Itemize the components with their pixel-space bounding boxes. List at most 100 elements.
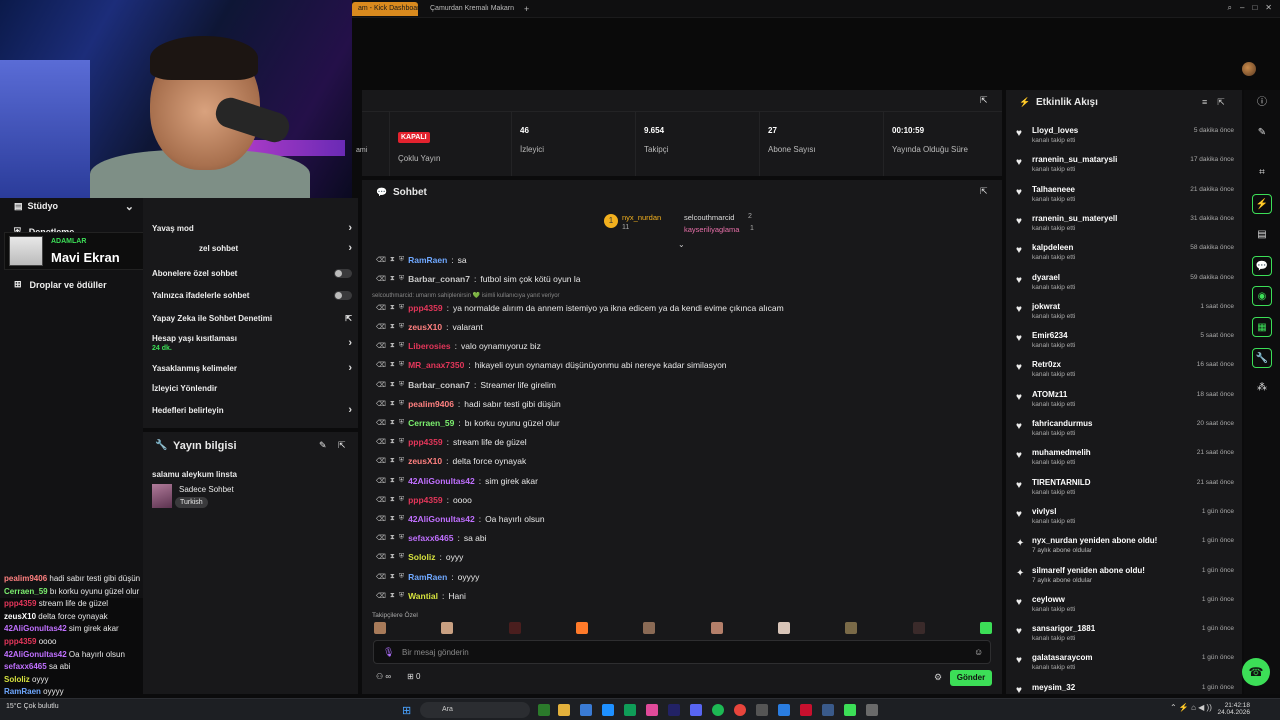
setting-ai-moderation[interactable]: Yapay Zeka ile Sohbet Denetimi ⇱	[152, 314, 352, 323]
feed-item[interactable]: ✦ nyx_nurdan yeniden abone oldu! 7 aylık a…	[1016, 536, 1234, 562]
setting-subscribers-only[interactable]: Abonelere özel sohbet	[152, 269, 352, 278]
timeout-icon[interactable]: ⧗	[390, 381, 395, 389]
timeout-icon[interactable]: ⧗	[390, 592, 395, 600]
moderation-icon[interactable]: ⌫	[376, 496, 386, 504]
feed-item[interactable]: ♥ Emir6234 kanalı takip etti 5 saat önce	[1016, 331, 1234, 357]
gear-icon[interactable]: ⚙	[934, 672, 942, 683]
edit-icon[interactable]: ✎	[319, 440, 327, 451]
emote[interactable]	[575, 622, 588, 634]
feed-item[interactable]: ♥ ceyloww kanalı takip etti 1 gün önce	[1016, 595, 1234, 621]
apps-icon[interactable]: ⁂	[1252, 378, 1272, 398]
chat-username[interactable]: sefaxx6465	[408, 533, 453, 543]
timeout-icon[interactable]: ⧗	[390, 553, 395, 561]
opera-icon[interactable]	[800, 704, 812, 716]
feed-item[interactable]: ✦ silmarelf yeniden abone oldu! 7 aylık ab…	[1016, 566, 1234, 592]
chat-username[interactable]: 42AliGonultas42	[408, 514, 475, 524]
chat-username[interactable]: ppp4359	[408, 495, 443, 505]
moderation-icon[interactable]: ⌫	[376, 457, 386, 465]
popout-icon[interactable]: ⇱	[1217, 97, 1225, 108]
discord-icon[interactable]	[690, 704, 702, 716]
chat-username[interactable]: Barbar_conan7	[408, 380, 470, 390]
info-icon[interactable]: ⓘ	[1252, 93, 1272, 113]
app-icon[interactable]	[624, 704, 636, 716]
chat-username[interactable]: Sololiz	[408, 552, 435, 562]
feed-item[interactable]: ♥ vivlysl kanalı takip etti 1 gün önce	[1016, 507, 1234, 533]
steam-icon[interactable]	[822, 704, 834, 716]
moderation-icon[interactable]: ⌫	[376, 323, 386, 331]
filter-icon[interactable]: ≡	[1202, 97, 1207, 108]
store-icon[interactable]	[580, 704, 592, 716]
timeout-icon[interactable]: ⧗	[390, 515, 395, 523]
avatar[interactable]	[1242, 62, 1256, 76]
sidebar-item-drops[interactable]: ⊞ Droplar ve ödüller	[14, 279, 107, 290]
timeout-icon[interactable]: ⧗	[390, 419, 395, 427]
timeout-icon[interactable]: ⧗	[390, 496, 395, 504]
help-button[interactable]: ☎	[1242, 658, 1270, 686]
chrome-icon[interactable]	[734, 704, 746, 716]
emote[interactable]	[441, 622, 454, 634]
chevron-down-icon[interactable]: ⌄	[678, 240, 685, 249]
timeout-icon[interactable]: ⧗	[390, 477, 395, 485]
stat-multistream[interactable]: KAPALI Çoklu Yayın	[389, 112, 509, 176]
maximize-icon[interactable]: □	[1252, 3, 1257, 13]
chat-icon[interactable]: 💬	[1252, 256, 1272, 276]
timeout-icon[interactable]: ⧗	[390, 275, 395, 283]
lightning-icon[interactable]: ⚡	[1252, 194, 1272, 214]
gifts-indicator[interactable]: ⊞ 0	[407, 672, 420, 681]
timeout-icon[interactable]: ⧗	[390, 534, 395, 542]
app-icon[interactable]	[778, 704, 790, 716]
chat-username[interactable]: 42AliGonultas42	[408, 476, 475, 486]
emote[interactable]	[643, 622, 656, 634]
popout-icon[interactable]: ⇱	[980, 95, 988, 106]
moderation-icon[interactable]: ⌫	[376, 477, 386, 485]
chat-username[interactable]: ppp4359	[408, 303, 443, 313]
edit-icon[interactable]: ✎	[1252, 123, 1272, 143]
moderation-icon[interactable]: ⌫	[376, 400, 386, 408]
emote[interactable]	[508, 622, 521, 634]
broadcast-icon[interactable]: ◉	[1252, 286, 1272, 306]
search-icon[interactable]: ⌕	[1228, 3, 1232, 13]
minimize-icon[interactable]: –	[1240, 3, 1244, 13]
emote[interactable]	[374, 622, 386, 634]
popout-icon[interactable]: ⇱	[980, 186, 988, 197]
emote[interactable]	[777, 622, 790, 634]
feed-item[interactable]: ♥ ATOMz11 kanalı takip etti 18 saat önce	[1016, 390, 1234, 416]
setting-goals[interactable]: Hedefleri belirleyin ›	[152, 404, 352, 416]
feed-item[interactable]: ♥ fahricandurmus kanalı takip etti 20 saat …	[1016, 419, 1234, 445]
chat-username[interactable]: RamRaen	[408, 572, 447, 582]
emoji-icon[interactable]: ☺	[974, 647, 983, 657]
chat-username[interactable]: RamRaen	[408, 255, 447, 265]
app-icon[interactable]	[866, 704, 878, 716]
chat-username[interactable]: Liberosies	[408, 341, 451, 351]
emote[interactable]	[912, 622, 925, 634]
feed-item[interactable]: ♥ jokwrat kanalı takip etti 1 saat önce	[1016, 302, 1234, 328]
taskbar-search[interactable]: Ara	[420, 702, 530, 718]
feed-item[interactable]: ♥ Lloyd_loves kanalı takip etti 5 dakika ön…	[1016, 126, 1234, 152]
feed-item[interactable]: ♥ TIRENTARNILD kanalı takip etti 21 saat ön…	[1016, 478, 1234, 504]
folder-icon[interactable]	[558, 704, 570, 716]
timeout-icon[interactable]: ⧗	[390, 573, 395, 581]
microphone-icon[interactable]: 🎙	[383, 647, 394, 658]
timeout-icon[interactable]: ⧗	[390, 256, 395, 264]
feed-item[interactable]: ♥ rranenin_su_materyell kanalı takip etti 3…	[1016, 214, 1234, 240]
timeout-icon[interactable]: ⧗	[390, 457, 395, 465]
app-icon[interactable]	[756, 704, 768, 716]
spotify-icon[interactable]	[712, 704, 724, 716]
subscribers-only-toggle[interactable]	[334, 269, 352, 278]
timeout-icon[interactable]: ⧗	[390, 304, 395, 312]
moderation-icon[interactable]: ⌫	[376, 438, 386, 446]
setting-account-age[interactable]: Hesap yaşı kısıtlaması 24 dk. ›	[152, 334, 352, 352]
close-icon[interactable]: ✕	[1265, 3, 1272, 13]
chat-username[interactable]: MR_anax7350	[408, 360, 464, 370]
xbox-icon[interactable]	[538, 704, 550, 716]
new-tab-button[interactable]: +	[518, 2, 535, 16]
timeout-icon[interactable]: ⧗	[390, 342, 395, 350]
emote[interactable]	[710, 622, 723, 634]
setting-raid[interactable]: İzleyici Yönlendir	[152, 384, 352, 393]
setting-banned-words[interactable]: Yasaklanmış kelimeler ›	[152, 362, 352, 374]
send-button[interactable]: Gönder	[950, 670, 992, 686]
clock[interactable]: 21:42:18 24.04.2026	[1217, 702, 1250, 716]
tab-kick-dashboard[interactable]: am - Kick Dashboard	[352, 2, 418, 16]
timeout-icon[interactable]: ⧗	[390, 361, 395, 369]
emote[interactable]	[845, 622, 858, 634]
